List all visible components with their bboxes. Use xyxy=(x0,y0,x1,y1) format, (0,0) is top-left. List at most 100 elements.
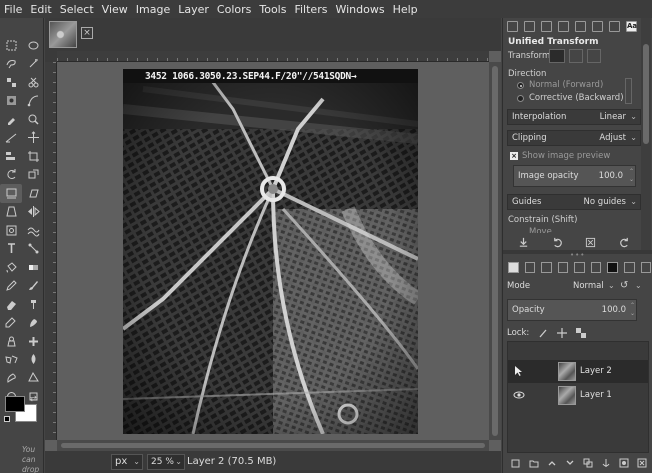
warp-icon[interactable] xyxy=(22,221,44,240)
flip-icon[interactable] xyxy=(22,203,44,222)
guides-select[interactable]: Guides No guides ⌄ xyxy=(507,194,641,210)
menu-filters[interactable]: Filters xyxy=(290,3,331,16)
tab-paths[interactable] xyxy=(541,262,552,273)
reset-options-icon[interactable] xyxy=(619,237,630,248)
show-preview-checkbox[interactable]: × xyxy=(510,152,518,160)
menu-colors[interactable]: Colors xyxy=(213,3,255,16)
pencil-icon[interactable] xyxy=(0,277,22,296)
eraser-icon[interactable] xyxy=(0,295,22,314)
ellipse-select-icon[interactable] xyxy=(22,36,44,55)
color-picker-icon[interactable] xyxy=(0,110,22,129)
direction-forward-radio[interactable] xyxy=(517,82,524,89)
dodge-burn-icon[interactable] xyxy=(22,369,44,388)
handle-transform-icon[interactable] xyxy=(22,240,44,259)
measure-icon[interactable] xyxy=(0,129,22,148)
tab-undo[interactable] xyxy=(541,21,552,32)
canvas-area[interactable]: 3452 1066.3050.23.SEP44.F/20"//541SQDN→ xyxy=(45,51,501,451)
tab-brushes[interactable] xyxy=(575,21,586,32)
image-opacity-slider[interactable]: Image opacity 100.0 ⌃ ⌄ xyxy=(513,165,636,187)
eye-icon[interactable] xyxy=(513,389,525,401)
grip-icon[interactable]: ••• xyxy=(570,251,585,259)
menu-select[interactable]: Select xyxy=(56,3,98,16)
delete-layer-icon[interactable] xyxy=(637,458,647,468)
tab-pointer[interactable] xyxy=(640,262,652,273)
scissors-icon[interactable] xyxy=(22,73,44,92)
heal-icon[interactable] xyxy=(22,332,44,351)
image-tab-thumbnail[interactable] xyxy=(49,21,77,48)
lock-position-icon[interactable] xyxy=(557,328,568,338)
lasso-icon[interactable] xyxy=(0,55,22,74)
anchor-layer-icon[interactable] xyxy=(601,458,611,468)
tab-dashboard[interactable] xyxy=(623,262,635,273)
rotate-icon[interactable] xyxy=(0,166,22,185)
menu-file[interactable]: File xyxy=(0,3,26,16)
tab-fonts[interactable]: Aa xyxy=(626,21,637,32)
direction-backward-radio[interactable] xyxy=(517,95,524,102)
interpolation-select[interactable]: Interpolation Linear ⌄ xyxy=(507,109,641,125)
tab-selection-editor[interactable] xyxy=(590,262,602,273)
mask-icon[interactable] xyxy=(619,458,629,468)
perspective-clone-icon[interactable] xyxy=(0,351,22,370)
ink-icon[interactable] xyxy=(0,314,22,333)
rect-select-icon[interactable] xyxy=(0,36,22,55)
new-group-icon[interactable] xyxy=(529,458,539,468)
tab-patterns[interactable] xyxy=(592,21,603,32)
unified-transform-icon[interactable] xyxy=(0,184,22,203)
paths-icon[interactable] xyxy=(22,92,44,111)
align-icon[interactable] xyxy=(0,147,22,166)
layer-mode-row[interactable]: Mode Normal ⌄ ↺ ⌄ xyxy=(507,278,649,294)
tab-channels[interactable] xyxy=(524,262,536,273)
spinner-icon[interactable]: ⌃ ⌄ xyxy=(629,168,634,184)
lock-pixels-icon[interactable] xyxy=(538,328,548,338)
spinner-icon[interactable]: ⌃ ⌄ xyxy=(630,302,635,318)
menu-tools[interactable]: Tools xyxy=(255,3,290,16)
tab-colormap[interactable] xyxy=(557,262,569,273)
horizontal-scrollbar[interactable] xyxy=(57,440,489,451)
transform-selection-button[interactable] xyxy=(569,49,583,63)
zoom-select[interactable]: 25 % ⌄ xyxy=(147,454,185,470)
tab-tool-options[interactable] xyxy=(507,21,518,32)
horizontal-ruler[interactable] xyxy=(57,51,489,62)
menu-layer[interactable]: Layer xyxy=(174,3,213,16)
new-layer-icon[interactable] xyxy=(511,458,521,468)
menu-help[interactable]: Help xyxy=(389,3,422,16)
layer-row[interactable]: Layer 2 xyxy=(508,360,648,383)
clipping-select[interactable]: Clipping Adjust ⌄ xyxy=(507,130,641,146)
move-icon[interactable] xyxy=(22,129,44,148)
paintbrush-icon[interactable] xyxy=(22,277,44,296)
default-colors-icon[interactable] xyxy=(4,416,10,422)
tab-histogram[interactable] xyxy=(574,262,585,273)
tab-layers[interactable] xyxy=(508,262,519,273)
cage-icon[interactable] xyxy=(0,221,22,240)
lower-layer-icon[interactable] xyxy=(565,458,575,468)
clone-icon[interactable] xyxy=(0,332,22,351)
save-preset-icon[interactable] xyxy=(518,237,529,248)
transform-layer-button[interactable] xyxy=(549,49,565,63)
gradient-icon[interactable] xyxy=(22,258,44,277)
menu-windows[interactable]: Windows xyxy=(331,3,388,16)
mypaint-icon[interactable] xyxy=(22,314,44,333)
crop-icon[interactable] xyxy=(22,147,44,166)
reset-mode-icon[interactable]: ↺ xyxy=(620,278,628,294)
swap-colors-icon[interactable]: ⇄ xyxy=(30,394,37,403)
direction-spinner[interactable] xyxy=(625,78,632,104)
delete-preset-icon[interactable] xyxy=(585,237,596,248)
blur-icon[interactable] xyxy=(22,351,44,370)
image-canvas[interactable]: 3452 1066.3050.23.SEP44.F/20"//541SQDN→ xyxy=(123,69,418,434)
layer-opacity-slider[interactable]: Opacity 100.0 ⌃ ⌄ xyxy=(507,299,637,321)
smudge-icon[interactable] xyxy=(0,369,22,388)
menu-edit[interactable]: Edit xyxy=(26,3,55,16)
zoom-icon[interactable] xyxy=(22,110,44,129)
unit-select[interactable]: px ⌄ xyxy=(111,454,143,470)
menu-image[interactable]: Image xyxy=(132,3,174,16)
foreground-select-icon[interactable] xyxy=(0,92,22,111)
transform-path-button[interactable] xyxy=(587,49,601,63)
tab-gradients[interactable] xyxy=(609,21,620,32)
ruler-corner[interactable] xyxy=(45,51,57,62)
airbrush-icon[interactable] xyxy=(22,295,44,314)
duplicate-layer-icon[interactable] xyxy=(583,458,593,468)
shear-icon[interactable] xyxy=(22,184,44,203)
scale-icon[interactable] xyxy=(22,166,44,185)
lock-alpha-icon[interactable] xyxy=(576,328,587,338)
tab-images[interactable] xyxy=(558,21,569,32)
